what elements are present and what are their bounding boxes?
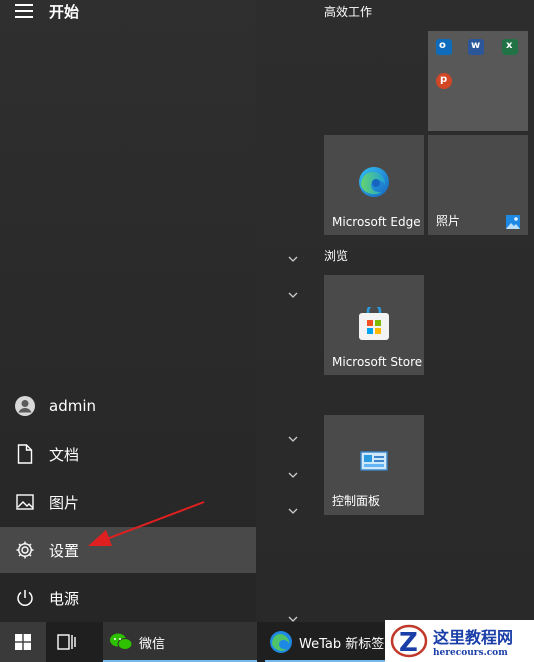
annotation-arrow xyxy=(88,501,205,546)
tile-label: 控制面板 xyxy=(332,494,381,508)
watermark-url: herecours.com xyxy=(433,648,508,658)
menu-item-label: 电源 xyxy=(49,589,80,608)
start-title: 开始 xyxy=(49,3,80,21)
svg-text:Z: Z xyxy=(399,628,418,658)
tile-label: Microsoft Store xyxy=(332,355,423,369)
chevron-down-icon[interactable] xyxy=(287,291,299,299)
control-panel-icon xyxy=(360,451,388,471)
watermark: Z 这里教程网 herecours.com xyxy=(385,620,534,662)
edge-icon xyxy=(359,167,389,197)
menu-item-label: 文档 xyxy=(49,445,80,464)
menu-item-label: admin xyxy=(49,397,96,415)
user-avatar-icon xyxy=(14,395,36,417)
chevron-down-icon[interactable] xyxy=(287,471,299,479)
group-title-productivity[interactable]: 高效工作 xyxy=(324,3,372,20)
power-icon xyxy=(14,587,36,609)
outlook-icon: o xyxy=(436,39,452,55)
windows-logo-icon xyxy=(15,634,31,650)
chevron-down-icon[interactable] xyxy=(287,255,299,263)
tile-microsoft-edge[interactable]: Microsoft Edge xyxy=(324,135,424,235)
tile-photos[interactable]: 照片 xyxy=(428,135,528,235)
chevron-down-icon[interactable] xyxy=(287,435,299,443)
edge-icon xyxy=(270,631,292,653)
wechat-icon xyxy=(110,633,133,650)
document-icon xyxy=(14,443,36,465)
taskbar-app-wechat[interactable]: 微信 xyxy=(103,622,257,662)
taskbar-app-label: WeTab 新标签页 xyxy=(299,636,385,652)
task-view-icon[interactable] xyxy=(56,632,78,652)
group-title-browse[interactable]: 浏览 xyxy=(324,247,348,264)
menu-item-label: 图片 xyxy=(49,493,80,512)
menu-item-power[interactable]: 电源 xyxy=(0,575,256,621)
tile-control-panel[interactable]: 控制面板 xyxy=(324,415,424,515)
chevron-down-icon[interactable] xyxy=(287,507,299,515)
start-button[interactable] xyxy=(0,622,46,662)
taskbar-app-wetab[interactable]: WeTab 新标签页 xyxy=(265,622,385,662)
tile-label: Microsoft Edge xyxy=(332,215,421,229)
taskbar-app-label: 微信 xyxy=(139,636,166,652)
picture-icon xyxy=(14,491,36,513)
menu-item-label: 设置 xyxy=(49,541,80,560)
gear-icon xyxy=(14,539,36,561)
watermark-logo-icon: Z xyxy=(390,624,428,658)
word-icon: w xyxy=(468,39,484,55)
photos-icon xyxy=(506,215,520,229)
excel-icon: x xyxy=(502,39,518,55)
office-apps-folder-tile[interactable]: o w x p xyxy=(428,31,528,131)
menu-item-documents[interactable]: 文档 xyxy=(0,431,256,477)
powerpoint-icon: p xyxy=(436,73,452,89)
hamburger-menu-icon[interactable] xyxy=(15,4,33,18)
tile-label: 照片 xyxy=(436,214,461,228)
menu-item-admin[interactable]: admin xyxy=(0,383,256,429)
tile-microsoft-store[interactable]: Microsoft Store xyxy=(324,275,424,375)
watermark-title: 这里教程网 xyxy=(433,628,514,647)
store-icon xyxy=(359,307,389,340)
